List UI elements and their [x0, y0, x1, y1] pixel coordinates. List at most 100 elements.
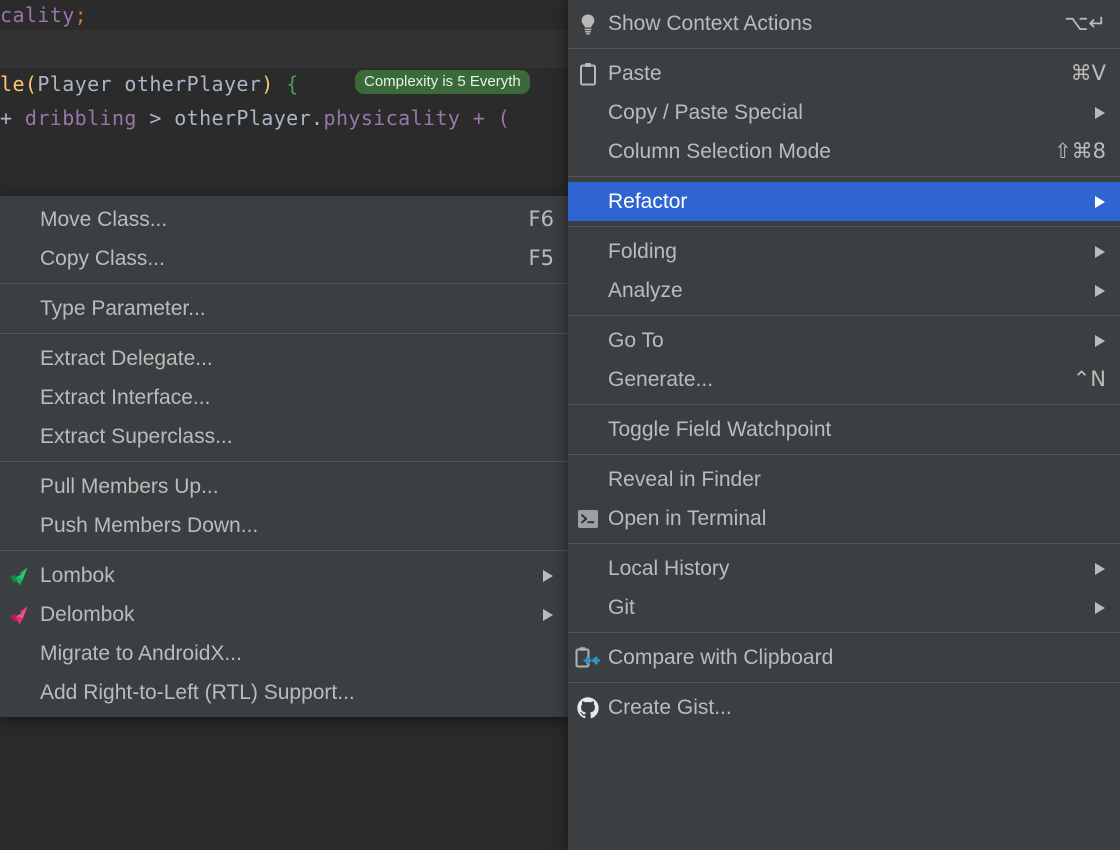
icon-placeholder [0, 339, 40, 378]
icon-placeholder [0, 467, 40, 506]
code-token-paren-open: ( [24, 72, 38, 96]
terminal-icon [568, 499, 608, 538]
menu-separator [0, 283, 568, 284]
submenu-arrow-icon [1066, 245, 1106, 259]
menu-item-label: Delombok [40, 603, 135, 626]
context-menu-item-folding[interactable]: Folding [568, 232, 1120, 271]
submenu-arrow-icon [1066, 106, 1106, 120]
context-menu-item-local-history[interactable]: Local History [568, 549, 1120, 588]
menu-item-label: Git [608, 596, 635, 619]
menu-item-label: Lombok [40, 564, 115, 587]
menu-item-label: Extract Interface... [40, 386, 211, 409]
menu-item-label: Paste [608, 62, 662, 85]
refactor-item-extract-delegate[interactable]: Extract Delegate... [0, 339, 568, 378]
refactor-item-type-parameter[interactable]: Type Parameter... [0, 289, 568, 328]
menu-item-label: Type Parameter... [40, 297, 206, 320]
menu-item-label: Generate... [608, 368, 714, 391]
code-token-brace: { [286, 72, 299, 96]
menu-separator [568, 682, 1120, 683]
icon-placeholder [0, 673, 40, 712]
menu-item-label: Reveal in Finder [608, 468, 761, 491]
icon-placeholder [568, 410, 608, 449]
context-menu-item-create-gist[interactable]: Create Gist... [568, 688, 1120, 727]
menu-item-label: Add Right-to-Left (RTL) Support... [40, 681, 355, 704]
context-menu-item-copy-paste-special[interactable]: Copy / Paste Special [568, 93, 1120, 132]
context-menu-item-go-to[interactable]: Go To [568, 321, 1120, 360]
icon-placeholder [0, 289, 40, 328]
menu-separator [568, 176, 1120, 177]
refactor-item-extract-superclass[interactable]: Extract Superclass... [0, 417, 568, 456]
context-menu-item-column-selection-mode[interactable]: Column Selection Mode ⇧⌘8 [568, 132, 1120, 171]
context-menu-item-analyze[interactable]: Analyze [568, 271, 1120, 310]
context-menu-item-generate[interactable]: Generate... ⌃N [568, 360, 1120, 399]
icon-placeholder [0, 239, 40, 278]
github-icon [568, 688, 608, 727]
refactor-item-push-members-down[interactable]: Push Members Down... [0, 506, 568, 545]
menu-item-label: Copy / Paste Special [608, 101, 803, 124]
context-menu-item-toggle-field-watchpoint[interactable]: Toggle Field Watchpoint [568, 410, 1120, 449]
menu-item-label: Refactor [608, 190, 688, 213]
refactor-submenu[interactable]: Move Class... F6 Copy Class... F5 Type Param… [0, 196, 568, 717]
code-token-tail: + ( [460, 106, 511, 130]
refactor-item-lombok[interactable]: Lombok [0, 556, 568, 595]
menu-separator [0, 333, 568, 334]
menu-item-shortcut: F5 [528, 246, 554, 270]
menu-separator [568, 226, 1120, 227]
menu-item-label: Extract Superclass... [40, 425, 233, 448]
submenu-arrow-icon [1066, 334, 1106, 348]
code-line-1: cality; [0, 3, 87, 27]
refactor-item-migrate-to-androidx[interactable]: Migrate to AndroidX... [0, 634, 568, 673]
menu-item-label: Show Context Actions [608, 12, 813, 35]
icon-placeholder [568, 549, 608, 588]
submenu-arrow-icon [1066, 195, 1106, 209]
menu-item-label: Compare with Clipboard [608, 646, 834, 669]
menu-item-label: Pull Members Up... [40, 475, 219, 498]
context-menu-item-git[interactable]: Git [568, 588, 1120, 627]
icon-placeholder [0, 417, 40, 456]
refactor-item-move-class[interactable]: Move Class... F6 [0, 200, 568, 239]
menu-item-label: Open in Terminal [608, 507, 767, 530]
code-token-semicolon: ; [74, 3, 88, 27]
icon-placeholder [0, 200, 40, 239]
code-token-field-dribbling: dribbling [24, 106, 137, 130]
menu-separator [568, 454, 1120, 455]
submenu-arrow-icon [514, 569, 554, 583]
refactor-item-pull-members-up[interactable]: Pull Members Up... [0, 467, 568, 506]
submenu-arrow-icon [514, 608, 554, 622]
code-token-other-player-ref: otherPlayer. [174, 106, 324, 130]
context-menu-item-compare-with-clipboard[interactable]: Compare with Clipboard [568, 638, 1120, 677]
icon-placeholder [0, 634, 40, 673]
refactor-item-copy-class[interactable]: Copy Class... F5 [0, 239, 568, 278]
context-menu-item-reveal-in-finder[interactable]: Reveal in Finder [568, 460, 1120, 499]
context-menu-item-refactor[interactable]: Refactor [568, 182, 1120, 221]
icon-placeholder [0, 378, 40, 417]
menu-separator [568, 48, 1120, 49]
refactor-item-extract-interface[interactable]: Extract Interface... [0, 378, 568, 417]
context-menu-item-paste[interactable]: Paste ⌘V [568, 54, 1120, 93]
menu-item-shortcut: ⌘V [1070, 61, 1106, 85]
refactor-item-add-right-to-left-rtl-support[interactable]: Add Right-to-Left (RTL) Support... [0, 673, 568, 712]
lightbulb-icon [568, 4, 608, 43]
context-menu-item-show-context-actions[interactable]: Show Context Actions ⌥↵ [568, 4, 1120, 43]
submenu-arrow-icon [1066, 601, 1106, 615]
menu-item-label: Move Class... [40, 208, 168, 231]
menu-item-shortcut: ⌥↵ [1064, 11, 1106, 35]
icon-placeholder [568, 460, 608, 499]
menu-item-label: Folding [608, 240, 677, 263]
delombok-bird-icon [0, 595, 40, 634]
icon-placeholder [568, 271, 608, 310]
menu-separator [568, 543, 1120, 544]
context-menu-item-open-in-terminal[interactable]: Open in Terminal [568, 499, 1120, 538]
menu-separator [0, 550, 568, 551]
editor-context-menu[interactable]: Show Context Actions ⌥↵ Paste ⌘V Copy / Pas… [568, 0, 1120, 850]
menu-item-label: Column Selection Mode [608, 140, 831, 163]
menu-separator [568, 315, 1120, 316]
menu-item-label: Analyze [608, 279, 683, 302]
inlay-hint-complexity[interactable]: Complexity is 5 Everyth [355, 70, 530, 94]
code-token-method-name: le [0, 72, 25, 96]
icon-placeholder [568, 182, 608, 221]
code-token-field-physicality: physicality [323, 106, 461, 130]
refactor-item-delombok[interactable]: Delombok [0, 595, 568, 634]
menu-separator [0, 461, 568, 462]
